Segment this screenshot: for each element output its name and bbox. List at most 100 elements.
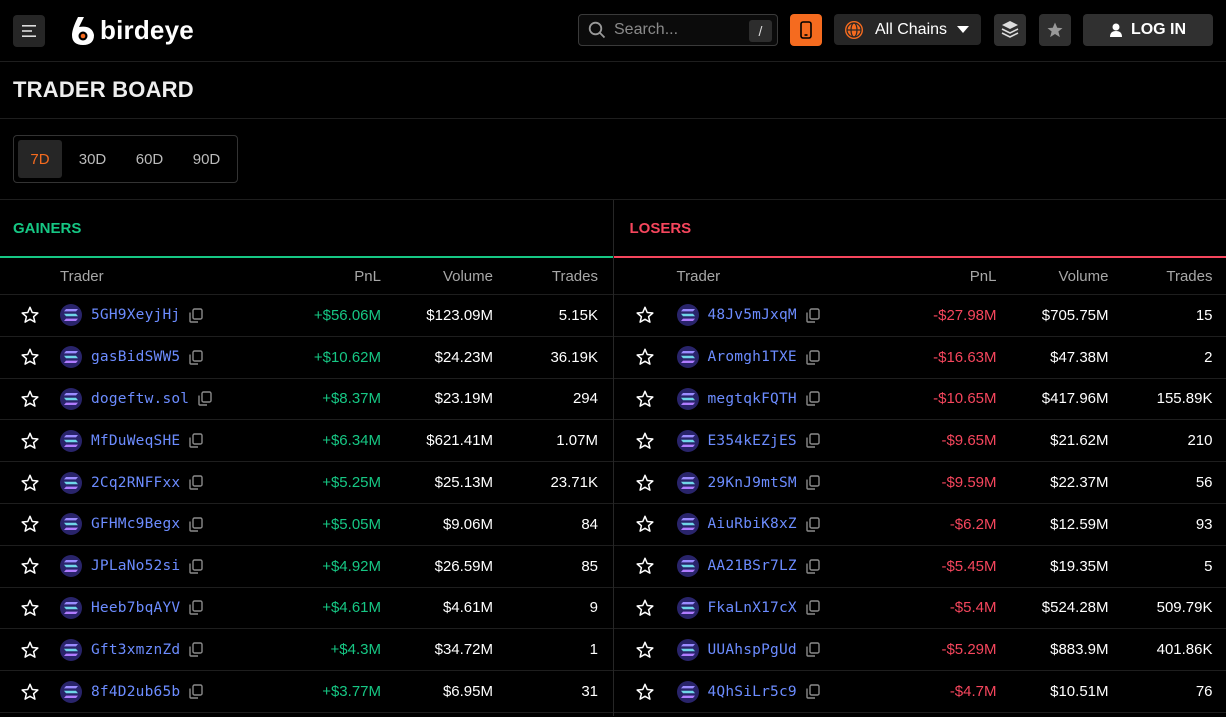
login-button[interactable]: LOG IN <box>1083 14 1213 46</box>
table-row[interactable]: 5GH9XeyjHj +$56.06M $123.09M 5.15K <box>0 295 613 337</box>
star-icon[interactable] <box>20 389 40 409</box>
search-input[interactable]: Search... <box>614 21 678 39</box>
star-icon[interactable] <box>20 556 40 576</box>
favorite-toggle[interactable] <box>614 514 677 534</box>
star-icon[interactable] <box>635 305 655 325</box>
copy-address-button[interactable] <box>806 475 820 490</box>
copy-icon[interactable] <box>806 684 820 699</box>
col-volume[interactable]: Volume <box>381 268 493 285</box>
favorite-toggle[interactable] <box>0 389 60 409</box>
copy-icon[interactable] <box>806 517 820 532</box>
trader-address-link[interactable]: UUAhspPgUd <box>708 642 797 658</box>
tab-7d[interactable]: 7D <box>18 140 62 178</box>
star-icon[interactable] <box>635 473 655 493</box>
star-icon[interactable] <box>20 347 40 367</box>
table-row[interactable]: JPLaNo52si +$4.92M $26.59M 85 <box>0 546 613 588</box>
trader-address-link[interactable]: E354kEZjES <box>708 433 797 449</box>
copy-icon[interactable] <box>189 308 204 323</box>
table-row[interactable]: 29KnJ9mtSM -$9.59M $22.37M 56 <box>613 462 1226 504</box>
copy-address-button[interactable] <box>198 391 212 407</box>
copy-address-button[interactable] <box>189 517 204 532</box>
table-row[interactable]: megtqkFQTH -$10.65M $417.96M 155.89K <box>613 379 1226 421</box>
favorite-toggle[interactable] <box>614 347 677 367</box>
menu-button[interactable] <box>13 14 45 47</box>
copy-address-button[interactable] <box>189 308 204 323</box>
copy-address-button[interactable] <box>806 558 820 574</box>
star-icon[interactable] <box>635 598 655 618</box>
trader-address-link[interactable]: 2Cq2RNFFxx <box>91 475 180 491</box>
copy-icon[interactable] <box>806 600 820 616</box>
table-row[interactable]: 2Cq2RNFFxx +$5.25M $25.13M 23.71K <box>0 462 613 504</box>
copy-address-button[interactable] <box>806 600 820 616</box>
table-row[interactable]: gasBidSWW5 +$10.62M $24.23M 36.19K <box>0 337 613 379</box>
trader-address-link[interactable]: dogeftw.sol <box>91 391 189 407</box>
trader-address-link[interactable]: 5GH9XeyjHj <box>91 307 180 323</box>
favorite-toggle[interactable] <box>614 598 677 618</box>
table-row[interactable]: AiuRbiK8xZ -$6.2M $12.59M 93 <box>613 504 1226 546</box>
copy-address-button[interactable] <box>189 433 204 448</box>
copy-icon[interactable] <box>806 433 820 448</box>
trader-address-link[interactable]: gasBidSWW5 <box>91 349 180 365</box>
search-box[interactable]: Search... / <box>578 14 778 46</box>
copy-address-button[interactable] <box>806 391 820 407</box>
star-icon[interactable] <box>20 598 40 618</box>
table-row[interactable]: FkaLnX17cX -$5.4M $524.28M 509.79K <box>613 588 1226 630</box>
copy-address-button[interactable] <box>189 684 204 699</box>
favorite-toggle[interactable] <box>614 473 677 493</box>
copy-icon[interactable] <box>806 349 820 365</box>
favorite-toggle[interactable] <box>614 389 677 409</box>
copy-icon[interactable] <box>198 391 212 407</box>
trader-address-link[interactable]: 8f4D2ub65b <box>91 684 180 700</box>
copy-address-button[interactable] <box>806 308 820 323</box>
star-icon[interactable] <box>635 640 655 660</box>
copy-icon[interactable] <box>806 558 820 574</box>
table-row[interactable]: 4QhSiLr5c9 -$4.7M $10.51M 76 <box>613 671 1226 713</box>
trader-address-link[interactable]: Aromgh1TXE <box>708 349 797 365</box>
copy-icon[interactable] <box>189 600 204 616</box>
table-row[interactable]: Gft3xmznZd +$4.3M $34.72M 1 <box>0 629 613 672</box>
copy-address-button[interactable] <box>806 684 820 699</box>
col-trades[interactable]: Trades <box>1109 268 1212 285</box>
copy-icon[interactable] <box>806 475 820 490</box>
table-row[interactable]: 48Jv5mJxqM -$27.98M $705.75M 15 <box>613 295 1226 337</box>
favorite-toggle[interactable] <box>0 473 60 493</box>
col-pnl[interactable]: PnL <box>230 268 381 285</box>
copy-address-button[interactable] <box>189 349 204 365</box>
table-row[interactable]: 8f4D2ub65b +$3.77M $6.95M 31 <box>0 671 613 713</box>
copy-address-button[interactable] <box>189 558 204 574</box>
favorite-toggle[interactable] <box>0 431 60 451</box>
table-row[interactable]: UUAhspPgUd -$5.29M $883.9M 401.86K <box>613 629 1226 672</box>
copy-address-button[interactable] <box>806 517 820 532</box>
favorite-toggle[interactable] <box>614 682 677 702</box>
trader-address-link[interactable]: Gft3xmznZd <box>91 642 180 658</box>
copy-address-button[interactable] <box>189 600 204 616</box>
table-row[interactable]: Heeb7bqAYV +$4.61M $4.61M 9 <box>0 588 613 630</box>
tab-30d[interactable]: 30D <box>66 140 119 178</box>
favorite-toggle[interactable] <box>0 682 60 702</box>
table-row[interactable]: GFHMc9Begx +$5.05M $9.06M 84 <box>0 504 613 546</box>
star-icon[interactable] <box>635 514 655 534</box>
tab-90d[interactable]: 90D <box>180 140 233 178</box>
favorite-toggle[interactable] <box>614 640 677 660</box>
watchlist-button[interactable] <box>1039 14 1071 46</box>
favorite-toggle[interactable] <box>614 556 677 576</box>
favorite-toggle[interactable] <box>614 305 677 325</box>
favorite-toggle[interactable] <box>0 556 60 576</box>
copy-address-button[interactable] <box>806 642 820 657</box>
col-pnl[interactable]: PnL <box>845 268 997 285</box>
copy-address-button[interactable] <box>189 475 204 490</box>
col-volume[interactable]: Volume <box>997 268 1108 285</box>
copy-icon[interactable] <box>189 349 204 365</box>
table-row[interactable]: MfDuWeqSHE +$6.34M $621.41M 1.07M <box>0 420 613 463</box>
copy-icon[interactable] <box>189 433 204 448</box>
trader-address-link[interactable]: 48Jv5mJxqM <box>708 307 797 323</box>
favorite-toggle[interactable] <box>614 431 677 451</box>
copy-icon[interactable] <box>806 642 820 657</box>
star-icon[interactable] <box>635 347 655 367</box>
trader-address-link[interactable]: AA21BSr7LZ <box>708 558 797 574</box>
star-icon[interactable] <box>20 640 40 660</box>
trader-address-link[interactable]: MfDuWeqSHE <box>91 433 180 449</box>
table-row[interactable]: AA21BSr7LZ -$5.45M $19.35M 5 <box>613 546 1226 588</box>
table-row[interactable]: Aromgh1TXE -$16.63M $47.38M 2 <box>613 337 1226 379</box>
mobile-app-button[interactable] <box>790 14 822 46</box>
